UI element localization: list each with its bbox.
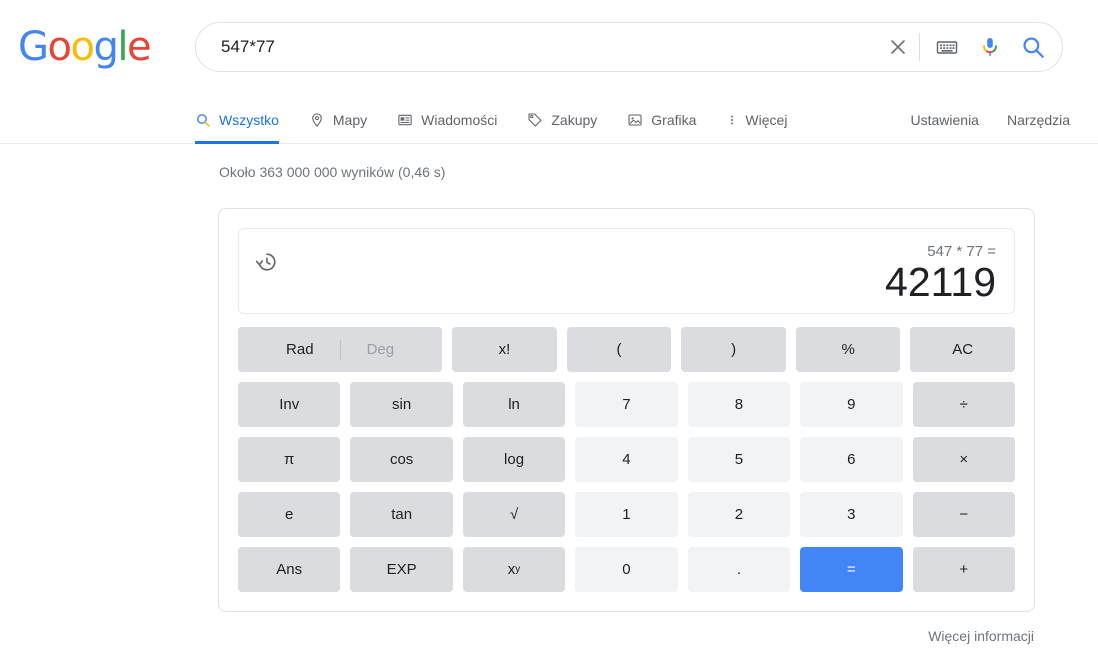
key-open-paren[interactable]: ( [566, 327, 672, 372]
search-input[interactable] [196, 24, 879, 70]
tab-label: Więcej [745, 111, 788, 128]
key-divide[interactable]: ÷ [912, 382, 1015, 427]
tab-grafika[interactable]: Grafika [627, 97, 710, 143]
search-bar[interactable] [195, 22, 1063, 72]
tab-label: Mapy [332, 111, 368, 128]
tab-mapy[interactable]: Mapy [309, 97, 381, 143]
key-8[interactable]: 8 [687, 382, 791, 427]
nav-bar: Wszystko Mapy Wiadomości Zakupy Grafika … [0, 96, 1098, 144]
search-divider [919, 33, 920, 61]
key-plus[interactable]: + [912, 547, 1015, 592]
key-6[interactable]: 6 [800, 437, 903, 482]
rad-option[interactable]: Rad [260, 341, 340, 358]
more-info-link[interactable]: Więcej informacji [928, 628, 1034, 644]
key-exp[interactable]: EXP [350, 547, 453, 592]
key-close-paren[interactable]: ) [681, 327, 786, 372]
key-e[interactable]: e [238, 492, 341, 537]
keypad-row: e tan √ 1 2 3 − [238, 492, 1015, 537]
key-3[interactable]: 3 [800, 492, 903, 537]
key-equals[interactable]: = [800, 547, 903, 592]
calculator-widget: 547 * 77 = 42119 Rad Deg x! ( ) % AC Inv… [218, 208, 1035, 612]
results-count: Około 363 000 000 wyników (0,46 s) [219, 164, 446, 180]
keypad-row: Rad Deg x! ( ) % AC [238, 327, 1016, 372]
more-vertical-icon [726, 111, 738, 128]
keypad-row: π cos log 4 5 6 × [238, 437, 1015, 482]
deg-option[interactable]: Deg [341, 341, 421, 358]
logo-letter-l: l [117, 24, 128, 70]
news-icon [397, 111, 414, 128]
tab-label: Grafika [651, 111, 697, 128]
key-factorial[interactable]: x! [452, 327, 557, 372]
keyboard-icon[interactable] [926, 35, 968, 59]
nav-settings[interactable]: Ustawienia [910, 112, 978, 128]
key-ln[interactable]: ln [462, 382, 566, 427]
image-icon [627, 111, 644, 128]
page-header: Google [0, 0, 1098, 96]
key-sin[interactable]: sin [350, 382, 453, 427]
key-cos[interactable]: cos [350, 437, 453, 482]
key-power-base: x [507, 561, 516, 578]
key-2[interactable]: 2 [687, 492, 791, 537]
nav-tools[interactable]: Narzędzia [1007, 112, 1070, 128]
key-1[interactable]: 1 [575, 492, 678, 537]
google-logo[interactable]: Google [18, 24, 152, 70]
tab-label: Wszystko [219, 111, 279, 128]
tab-wiadomosci[interactable]: Wiadomości [397, 97, 511, 143]
calculator-expression: 547 * 77 = [927, 243, 996, 260]
close-icon[interactable] [879, 36, 917, 58]
tag-icon [527, 111, 544, 128]
key-power[interactable]: xy [462, 547, 566, 592]
key-minus[interactable]: − [912, 492, 1015, 537]
logo-letter-g1: G [18, 24, 49, 70]
key-multiply[interactable]: × [912, 437, 1015, 482]
key-percent[interactable]: % [795, 327, 901, 372]
key-ans[interactable]: Ans [238, 547, 341, 592]
keypad-row: Ans EXP xy 0 . = + [238, 547, 1015, 592]
history-icon[interactable] [255, 250, 279, 274]
calculator-keypad: Rad Deg x! ( ) % AC Inv sin ln 7 8 9 ÷ π… [238, 327, 1016, 592]
key-5[interactable]: 5 [687, 437, 791, 482]
key-4[interactable]: 4 [575, 437, 678, 482]
key-inv[interactable]: Inv [238, 382, 341, 427]
key-log[interactable]: log [462, 437, 566, 482]
key-0[interactable]: 0 [575, 547, 678, 592]
tab-label: Zakupy [551, 111, 598, 128]
key-power-exponent: y [515, 564, 521, 575]
key-pi[interactable]: π [238, 437, 341, 482]
calculator-display: 547 * 77 = 42119 [238, 228, 1015, 314]
search-icon[interactable] [1012, 34, 1062, 60]
logo-letter-o1: o [47, 24, 72, 70]
key-7[interactable]: 7 [575, 382, 678, 427]
search-icon [195, 111, 212, 128]
key-tan[interactable]: tan [350, 492, 453, 537]
key-decimal[interactable]: . [687, 547, 791, 592]
logo-letter-g2: g [93, 24, 118, 70]
angle-mode-toggle[interactable]: Rad Deg [238, 327, 443, 372]
key-all-clear[interactable]: AC [910, 327, 1016, 372]
tab-label: Wiadomości [421, 111, 498, 128]
tab-zakupy[interactable]: Zakupy [527, 97, 611, 143]
keypad-row: Inv sin ln 7 8 9 ÷ [238, 382, 1015, 427]
tab-wiecej[interactable]: Więcej [726, 97, 801, 143]
key-9[interactable]: 9 [800, 382, 903, 427]
tab-wszystko[interactable]: Wszystko [195, 97, 293, 144]
logo-letter-e: e [126, 24, 152, 70]
calculator-result: 42119 [885, 259, 996, 305]
map-pin-icon [309, 111, 326, 128]
key-sqrt[interactable]: √ [462, 492, 566, 537]
microphone-icon[interactable] [968, 35, 1012, 59]
logo-letter-o2: o [70, 24, 94, 70]
